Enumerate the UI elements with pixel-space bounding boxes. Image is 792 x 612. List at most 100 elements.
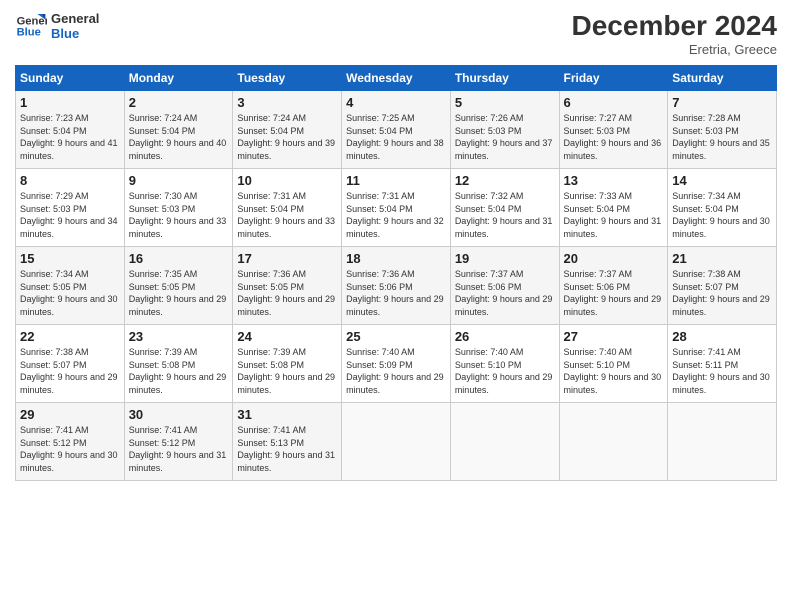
table-row: 19 Sunrise: 7:37 AMSunset: 5:06 PMDaylig… [450, 247, 559, 325]
table-row: 31 Sunrise: 7:41 AMSunset: 5:13 PMDaylig… [233, 403, 342, 481]
day-info: Sunrise: 7:40 AMSunset: 5:09 PMDaylight:… [346, 347, 444, 395]
day-number: 16 [129, 251, 229, 266]
table-row: 13 Sunrise: 7:33 AMSunset: 5:04 PMDaylig… [559, 169, 668, 247]
day-info: Sunrise: 7:32 AMSunset: 5:04 PMDaylight:… [455, 191, 553, 239]
table-row: 23 Sunrise: 7:39 AMSunset: 5:08 PMDaylig… [124, 325, 233, 403]
logo: General Blue General Blue [15, 10, 99, 42]
day-info: Sunrise: 7:35 AMSunset: 5:05 PMDaylight:… [129, 269, 227, 317]
day-number: 17 [237, 251, 337, 266]
calendar-table: Sunday Monday Tuesday Wednesday Thursday… [15, 65, 777, 481]
day-number: 25 [346, 329, 446, 344]
day-info: Sunrise: 7:40 AMSunset: 5:10 PMDaylight:… [455, 347, 553, 395]
day-number: 26 [455, 329, 555, 344]
table-row: 30 Sunrise: 7:41 AMSunset: 5:12 PMDaylig… [124, 403, 233, 481]
table-row [450, 403, 559, 481]
table-row: 3 Sunrise: 7:24 AMSunset: 5:04 PMDayligh… [233, 91, 342, 169]
table-row: 21 Sunrise: 7:38 AMSunset: 5:07 PMDaylig… [668, 247, 777, 325]
calendar-week-row: 29 Sunrise: 7:41 AMSunset: 5:12 PMDaylig… [16, 403, 777, 481]
col-sunday: Sunday [16, 66, 125, 91]
day-info: Sunrise: 7:27 AMSunset: 5:03 PMDaylight:… [564, 113, 662, 161]
day-number: 8 [20, 173, 120, 188]
table-row: 28 Sunrise: 7:41 AMSunset: 5:11 PMDaylig… [668, 325, 777, 403]
col-tuesday: Tuesday [233, 66, 342, 91]
day-info: Sunrise: 7:40 AMSunset: 5:10 PMDaylight:… [564, 347, 662, 395]
day-info: Sunrise: 7:24 AMSunset: 5:04 PMDaylight:… [129, 113, 227, 161]
day-info: Sunrise: 7:29 AMSunset: 5:03 PMDaylight:… [20, 191, 118, 239]
table-row [342, 403, 451, 481]
day-info: Sunrise: 7:34 AMSunset: 5:05 PMDaylight:… [20, 269, 118, 317]
logo-line2: Blue [51, 26, 99, 41]
table-row: 7 Sunrise: 7:28 AMSunset: 5:03 PMDayligh… [668, 91, 777, 169]
day-info: Sunrise: 7:31 AMSunset: 5:04 PMDaylight:… [346, 191, 444, 239]
day-number: 22 [20, 329, 120, 344]
table-row: 12 Sunrise: 7:32 AMSunset: 5:04 PMDaylig… [450, 169, 559, 247]
day-info: Sunrise: 7:36 AMSunset: 5:06 PMDaylight:… [346, 269, 444, 317]
table-row: 1 Sunrise: 7:23 AMSunset: 5:04 PMDayligh… [16, 91, 125, 169]
table-row: 29 Sunrise: 7:41 AMSunset: 5:12 PMDaylig… [16, 403, 125, 481]
calendar-week-row: 22 Sunrise: 7:38 AMSunset: 5:07 PMDaylig… [16, 325, 777, 403]
table-row: 6 Sunrise: 7:27 AMSunset: 5:03 PMDayligh… [559, 91, 668, 169]
day-number: 19 [455, 251, 555, 266]
location-subtitle: Eretria, Greece [572, 42, 777, 57]
day-info: Sunrise: 7:37 AMSunset: 5:06 PMDaylight:… [564, 269, 662, 317]
day-number: 20 [564, 251, 664, 266]
day-info: Sunrise: 7:23 AMSunset: 5:04 PMDaylight:… [20, 113, 118, 161]
calendar-header-row: Sunday Monday Tuesday Wednesday Thursday… [16, 66, 777, 91]
table-row: 5 Sunrise: 7:26 AMSunset: 5:03 PMDayligh… [450, 91, 559, 169]
day-info: Sunrise: 7:34 AMSunset: 5:04 PMDaylight:… [672, 191, 770, 239]
table-row: 26 Sunrise: 7:40 AMSunset: 5:10 PMDaylig… [450, 325, 559, 403]
calendar-week-row: 8 Sunrise: 7:29 AMSunset: 5:03 PMDayligh… [16, 169, 777, 247]
day-info: Sunrise: 7:26 AMSunset: 5:03 PMDaylight:… [455, 113, 553, 161]
day-number: 13 [564, 173, 664, 188]
day-number: 7 [672, 95, 772, 110]
day-info: Sunrise: 7:39 AMSunset: 5:08 PMDaylight:… [237, 347, 335, 395]
col-wednesday: Wednesday [342, 66, 451, 91]
table-row: 9 Sunrise: 7:30 AMSunset: 5:03 PMDayligh… [124, 169, 233, 247]
table-row: 22 Sunrise: 7:38 AMSunset: 5:07 PMDaylig… [16, 325, 125, 403]
table-row: 14 Sunrise: 7:34 AMSunset: 5:04 PMDaylig… [668, 169, 777, 247]
table-row: 24 Sunrise: 7:39 AMSunset: 5:08 PMDaylig… [233, 325, 342, 403]
day-info: Sunrise: 7:41 AMSunset: 5:12 PMDaylight:… [20, 425, 118, 473]
day-number: 30 [129, 407, 229, 422]
calendar-week-row: 1 Sunrise: 7:23 AMSunset: 5:04 PMDayligh… [16, 91, 777, 169]
day-info: Sunrise: 7:31 AMSunset: 5:04 PMDaylight:… [237, 191, 335, 239]
day-number: 24 [237, 329, 337, 344]
day-info: Sunrise: 7:38 AMSunset: 5:07 PMDaylight:… [672, 269, 770, 317]
day-number: 15 [20, 251, 120, 266]
day-number: 18 [346, 251, 446, 266]
table-row: 20 Sunrise: 7:37 AMSunset: 5:06 PMDaylig… [559, 247, 668, 325]
day-number: 9 [129, 173, 229, 188]
day-number: 11 [346, 173, 446, 188]
calendar-week-row: 15 Sunrise: 7:34 AMSunset: 5:05 PMDaylig… [16, 247, 777, 325]
title-block: December 2024 Eretria, Greece [572, 10, 777, 57]
table-row: 4 Sunrise: 7:25 AMSunset: 5:04 PMDayligh… [342, 91, 451, 169]
table-row: 8 Sunrise: 7:29 AMSunset: 5:03 PMDayligh… [16, 169, 125, 247]
day-number: 28 [672, 329, 772, 344]
col-friday: Friday [559, 66, 668, 91]
day-info: Sunrise: 7:41 AMSunset: 5:12 PMDaylight:… [129, 425, 227, 473]
svg-text:Blue: Blue [17, 27, 41, 39]
day-number: 3 [237, 95, 337, 110]
table-row: 10 Sunrise: 7:31 AMSunset: 5:04 PMDaylig… [233, 169, 342, 247]
day-number: 29 [20, 407, 120, 422]
logo-line1: General [51, 11, 99, 26]
day-info: Sunrise: 7:28 AMSunset: 5:03 PMDaylight:… [672, 113, 770, 161]
day-info: Sunrise: 7:41 AMSunset: 5:13 PMDaylight:… [237, 425, 335, 473]
col-monday: Monday [124, 66, 233, 91]
day-number: 12 [455, 173, 555, 188]
table-row: 25 Sunrise: 7:40 AMSunset: 5:09 PMDaylig… [342, 325, 451, 403]
table-row: 15 Sunrise: 7:34 AMSunset: 5:05 PMDaylig… [16, 247, 125, 325]
table-row: 11 Sunrise: 7:31 AMSunset: 5:04 PMDaylig… [342, 169, 451, 247]
table-row [559, 403, 668, 481]
col-saturday: Saturday [668, 66, 777, 91]
day-info: Sunrise: 7:33 AMSunset: 5:04 PMDaylight:… [564, 191, 662, 239]
day-info: Sunrise: 7:38 AMSunset: 5:07 PMDaylight:… [20, 347, 118, 395]
day-number: 6 [564, 95, 664, 110]
day-number: 27 [564, 329, 664, 344]
page-header: General Blue General Blue December 2024 … [15, 10, 777, 57]
day-number: 1 [20, 95, 120, 110]
col-thursday: Thursday [450, 66, 559, 91]
table-row [668, 403, 777, 481]
table-row: 18 Sunrise: 7:36 AMSunset: 5:06 PMDaylig… [342, 247, 451, 325]
day-number: 10 [237, 173, 337, 188]
